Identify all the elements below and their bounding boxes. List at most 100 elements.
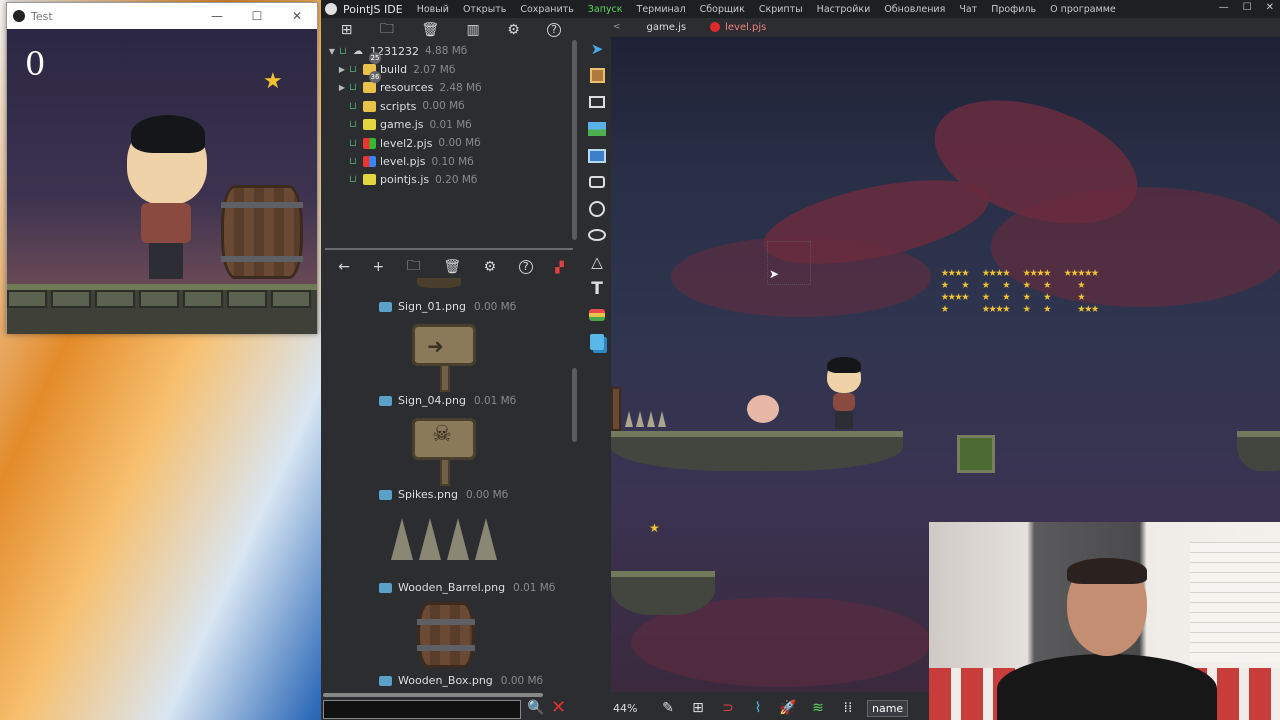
layers-tool-icon[interactable] [585,302,609,329]
book-icon[interactable]: ▥ [467,22,480,38]
menu-terminal[interactable]: Терминал [637,4,686,15]
resource-search-input[interactable] [323,700,521,719]
tree-root[interactable]: ▼ ⊔ ☁ 1231232 4.88 Мб [325,42,581,60]
menu-builder[interactable]: Сборщик [700,4,745,15]
rounded-rect-tool-icon[interactable] [585,169,609,196]
picture-tool-icon[interactable] [585,142,609,169]
edit-icon[interactable]: ✎ [653,700,683,716]
enemy-sprite[interactable] [747,395,779,423]
menu-about[interactable]: О программе [1050,4,1116,15]
image-tool-icon[interactable] [585,116,609,143]
menu-scripts[interactable]: Скрипты [759,4,803,15]
lock-icon[interactable]: ⊔ [349,82,363,93]
mouse-cursor-icon: ➤ [769,267,780,281]
menu-save[interactable]: Сохранить [520,4,573,15]
player-sprite[interactable] [825,357,865,429]
platform-right[interactable] [1237,431,1280,471]
resource-item[interactable]: Sign_04.png 0.01 Мб [379,394,516,407]
back-arrow-icon[interactable]: ← [338,259,350,275]
triangle-tool-icon[interactable]: △ [585,249,609,276]
star-pickup-icon[interactable]: ★ [649,521,660,535]
copy-tool-icon[interactable] [585,329,609,356]
panel-splitter[interactable] [325,248,573,250]
lock-icon[interactable]: ⊔ [349,119,363,130]
tree-item-scripts[interactable]: ⊔ scripts 0.00 Мб [325,97,581,115]
lock-icon[interactable]: ⊔ [349,101,363,112]
brush-icon[interactable]: ⌇ [743,700,773,716]
resources-scrollbar[interactable] [572,368,577,442]
ide-minimize-button[interactable]: — [1219,2,1229,13]
add-icon[interactable]: + [373,259,385,275]
sprite-tool-icon[interactable] [585,63,609,90]
spikes-sprite[interactable] [625,411,666,427]
text-tool-icon[interactable]: T [585,275,609,302]
resources-hscrollbar[interactable] [323,693,543,697]
menu-run[interactable]: Запуск [588,4,623,15]
rocket-icon[interactable]: 🚀 [773,700,803,716]
grid-icon[interactable]: ⊞ [683,700,713,716]
maximize-button[interactable]: ☐ [237,9,277,23]
lock-icon[interactable]: ⊔ [349,138,363,149]
menu-new[interactable]: Новый [417,4,449,15]
platform-lower[interactable] [611,571,715,615]
tree-item-resources[interactable]: ▶ ⊔ 36 resources 2.48 Мб [325,70,581,97]
tree-item-pointjs-js[interactable]: ⊔ pointjs.js 0.20 Мб [325,171,581,189]
name-field[interactable]: name [867,699,909,717]
minimize-button[interactable]: — [197,9,237,23]
ide-maximize-button[interactable]: ☐ [1243,2,1252,13]
rectangle-tool-icon[interactable] [585,89,609,116]
resource-item[interactable]: Sign_01.png 0.00 Мб [379,300,516,313]
new-folder-icon[interactable]: 🗀 [407,255,421,279]
layers-icon[interactable]: ≋ [803,700,833,716]
ellipse-tool-icon[interactable] [585,222,609,249]
platform-long[interactable] [611,431,903,471]
resource-item[interactable]: Wooden_Barrel.png 0.01 Мб [379,581,555,594]
tab-game-js[interactable]: game.js [647,22,687,33]
collapse-arrow-icon[interactable]: ▼ [325,47,339,56]
barrel-edge-sprite[interactable] [611,387,621,431]
resource-item[interactable]: Spikes.png 0.00 Мб [379,488,508,501]
app-logo-icon [13,10,25,22]
resource-item[interactable]: Wooden_Box.png 0.00 Мб [379,674,543,687]
gear-icon[interactable]: ⚙ [507,22,520,38]
tab-level-pjs[interactable]: level.pjs [710,22,766,33]
close-button[interactable]: ✕ [277,9,317,23]
tree-item-level2-pjs[interactable]: ⊔ level2.pjs 0.00 Мб [325,134,581,152]
menu-profile[interactable]: Профиль [991,4,1036,15]
wooden-barrel-preview[interactable] [417,602,475,668]
help-icon[interactable]: ? [547,23,562,37]
lock-icon[interactable]: ⊔ [339,46,353,57]
lock-icon[interactable]: ⊔ [349,156,363,167]
circle-tool-icon[interactable] [585,196,609,223]
menu-updates[interactable]: Обновления [884,4,945,15]
resource-name: Wooden_Barrel.png [398,581,506,594]
expand-arrow-icon[interactable]: ▶ [335,65,349,74]
lock-icon[interactable]: ⊔ [349,174,363,185]
menu-settings[interactable]: Настройки [817,4,871,15]
menu-open[interactable]: Открыть [463,4,506,15]
select-tool-icon[interactable]: ➤ [585,36,609,63]
expand-arrow-icon[interactable]: ▶ [335,83,349,92]
new-file-icon[interactable]: ⊞ [341,22,353,38]
new-folder-icon[interactable]: 🗀 [380,18,394,42]
ide-close-button[interactable]: ✕ [1266,2,1274,13]
tree-item-build[interactable]: ▶ ⊔ 25 build 2.07 Мб [325,52,581,78]
gear-icon[interactable]: ⚙ [484,259,497,275]
menu-chat[interactable]: Чат [959,4,977,15]
grass-block[interactable] [957,435,995,473]
delete-icon[interactable]: 🗑 [421,22,439,38]
dots-grid-icon[interactable]: ⁞⁞ [833,700,863,716]
tree-item-level-pjs[interactable]: ⊔ level.pjs 0.10 Мб [325,152,581,170]
search-icon[interactable]: 🔍 [527,700,544,716]
project-scrollbar[interactable] [572,40,577,240]
tiles-icon[interactable]: ▞ [555,261,563,274]
tree-item-game-js[interactable]: ⊔ game.js 0.01 Мб [325,116,581,134]
test-window-titlebar[interactable]: Test — ☐ ✕ [7,3,317,29]
clear-search-icon[interactable]: ✕ [551,697,566,718]
delete-icon[interactable]: 🗑 [443,259,461,275]
tabs-scroll-left-icon[interactable]: < [613,22,621,32]
game-canvas[interactable]: 0 ★ [7,29,317,334]
help-icon[interactable]: ? [518,260,533,274]
magnet-icon[interactable]: ⊃ [713,700,743,716]
lock-icon[interactable]: ⊔ [349,64,363,75]
